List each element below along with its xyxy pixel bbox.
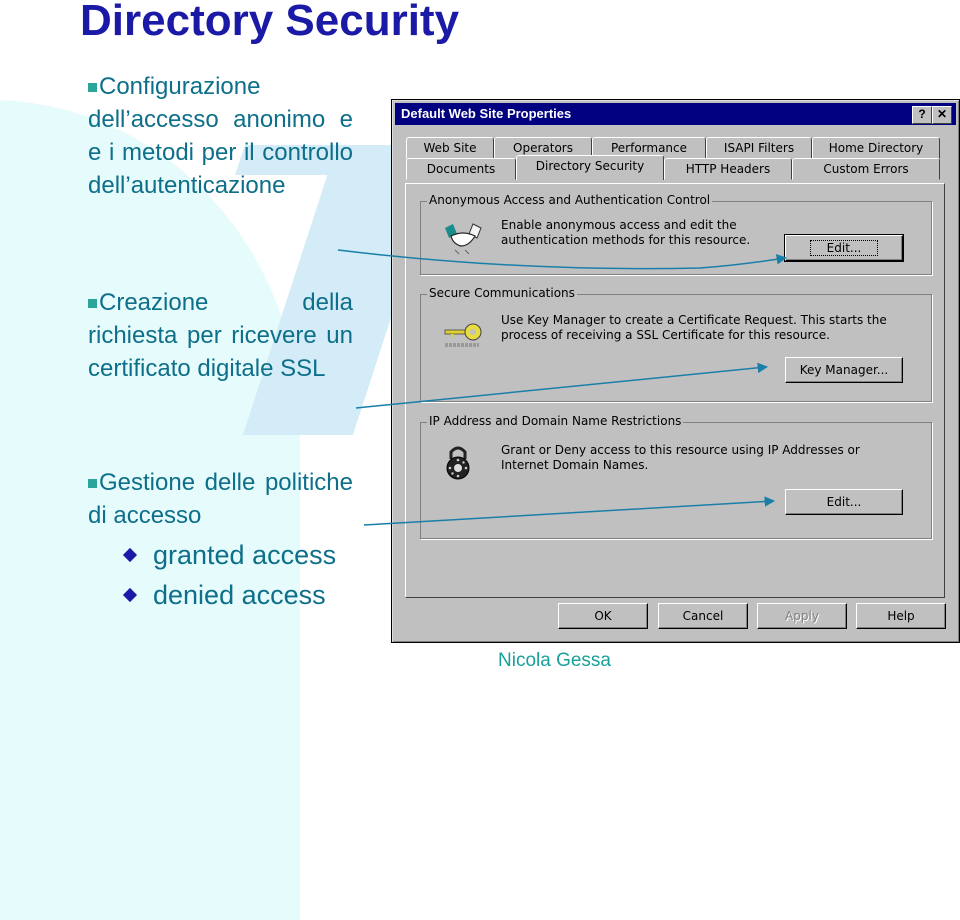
square-bullet-icon	[88, 299, 97, 308]
dialog-titlebar[interactable]: Default Web Site Properties ? ✕	[395, 103, 956, 125]
group-ip-restrictions: IP Address and Domain Name Restrictions …	[420, 414, 932, 539]
tab-directory-security[interactable]: Directory Security	[516, 155, 664, 180]
padlock-icon	[443, 443, 473, 484]
help-icon[interactable]: ?	[912, 106, 932, 124]
properties-dialog: Default Web Site Properties ? ✕ Web Site…	[391, 99, 960, 643]
cancel-button[interactable]: Cancel	[658, 603, 748, 629]
handshake-icon	[443, 220, 483, 259]
bullet-ssl-certificate: Creazione della richiesta per ricevere u…	[88, 289, 353, 382]
tab-web-site[interactable]: Web Site	[406, 137, 494, 159]
tab-home-directory[interactable]: Home Directory	[812, 137, 940, 159]
ok-button[interactable]: OK	[558, 603, 648, 629]
close-icon[interactable]: ✕	[932, 106, 952, 124]
group-legend: Secure Communications	[427, 286, 577, 300]
tab-http-headers[interactable]: HTTP Headers	[664, 158, 792, 180]
bullet-access-policies: Gestione delle politiche di accesso	[88, 469, 353, 529]
key-icon	[443, 321, 485, 358]
tab-custom-errors[interactable]: Custom Errors	[792, 158, 940, 180]
sub-bullet-granted: granted access	[122, 540, 336, 571]
group-description: Enable anonymous access and edit the aut…	[501, 218, 751, 247]
apply-button[interactable]: Apply	[757, 603, 847, 629]
group-anonymous-access: Anonymous Access and Authentication Cont…	[420, 193, 932, 275]
bullet-authentication: Configurazione dell’accesso anonimo e e …	[88, 73, 353, 199]
group-description: Grant or Deny access to this resource us…	[501, 443, 860, 472]
edit-ip-restrictions-button[interactable]: Edit...	[785, 489, 903, 515]
group-description: Use Key Manager to create a Certificate …	[501, 313, 887, 342]
key-manager-button[interactable]: Key Manager...	[785, 357, 903, 383]
diamond-bullet-icon	[122, 547, 138, 563]
tab-isapi-filters[interactable]: ISAPI Filters	[706, 137, 812, 159]
author-footer: Nicola Gessa	[498, 650, 611, 671]
group-secure-communications: Secure Communications Use Key Manager to…	[420, 286, 932, 402]
group-legend: IP Address and Domain Name Restrictions	[427, 414, 684, 428]
square-bullet-icon	[88, 479, 97, 488]
edit-authentication-button[interactable]: Edit...	[784, 234, 904, 262]
help-button[interactable]: Help	[856, 603, 946, 629]
square-bullet-icon	[88, 83, 97, 92]
dialog-title: Default Web Site Properties	[401, 106, 572, 121]
slide-title: Directory Security	[80, 0, 460, 45]
sub-bullet-denied: denied access	[122, 580, 326, 611]
group-legend: Anonymous Access and Authentication Cont…	[427, 193, 713, 207]
tab-documents[interactable]: Documents	[406, 158, 516, 180]
diamond-bullet-icon	[122, 587, 138, 603]
